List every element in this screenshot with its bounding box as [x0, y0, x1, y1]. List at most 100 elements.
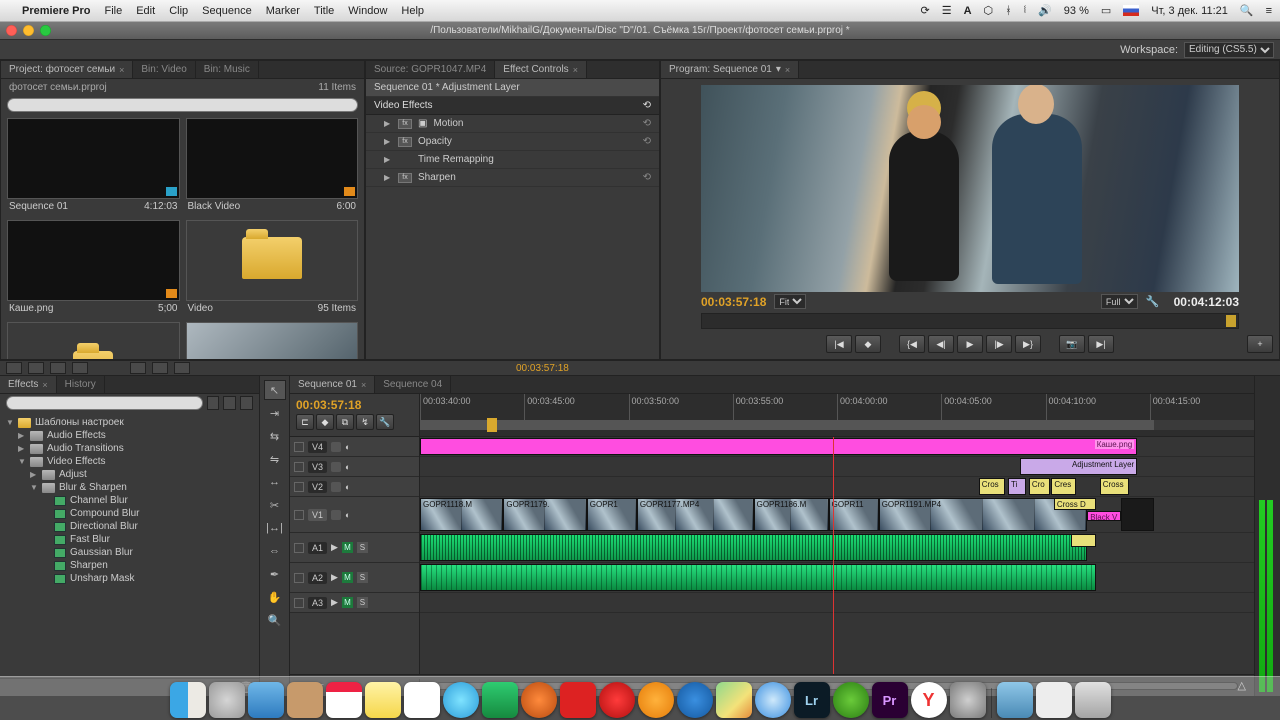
effects-tree-item[interactable]: ▶Audio Effects: [6, 429, 253, 442]
clip[interactable]: GOPR1186.M: [754, 498, 829, 531]
effects-tree-item[interactable]: Fast Blur: [6, 533, 253, 546]
clock[interactable]: Чт, 3 дек. 11:21: [1151, 5, 1228, 17]
chevron-down-icon[interactable]: ▾: [776, 64, 781, 75]
lightroom-icon[interactable]: Lr: [794, 682, 830, 718]
spotlight-icon[interactable]: 🔍: [1240, 4, 1254, 17]
program-timecode-current[interactable]: 00:03:57:18: [701, 295, 766, 309]
calendar-icon[interactable]: [326, 682, 362, 718]
slide-tool[interactable]: ⇔: [264, 541, 286, 561]
link-button[interactable]: ⧉: [336, 414, 354, 430]
clip[interactable]: Black V: [1087, 511, 1120, 521]
lock-icon[interactable]: [294, 510, 304, 520]
timeline-ruler[interactable]: 00:03:40:0000:03:45:0000:03:50:0000:03:5…: [420, 394, 1254, 436]
finder-icon[interactable]: [170, 682, 206, 718]
track-select-tool[interactable]: ⇥: [264, 403, 286, 423]
documents-icon[interactable]: [1036, 682, 1072, 718]
set-in-button[interactable]: {◀: [899, 335, 925, 353]
bin-item[interactable]: Каше.png5;00: [7, 220, 180, 316]
clip[interactable]: [1121, 498, 1154, 531]
wifi-icon[interactable]: ⧙: [1024, 4, 1026, 17]
playhead[interactable]: [833, 437, 834, 674]
program-viewport[interactable]: [701, 85, 1239, 292]
ibooks-icon[interactable]: [638, 682, 674, 718]
reminders-icon[interactable]: [404, 682, 440, 718]
zoom-tool[interactable]: 🔍: [264, 610, 286, 630]
menu-clip[interactable]: Clip: [169, 5, 188, 17]
effects-tree-item[interactable]: ▶Adjust: [6, 468, 253, 481]
volume-icon[interactable]: 🔊: [1038, 4, 1052, 17]
goto-in-button[interactable]: |◀: [826, 335, 852, 353]
set-out-button[interactable]: ▶}: [1015, 335, 1041, 353]
clip[interactable]: Cros: [979, 478, 1006, 495]
utorrent-icon[interactable]: [833, 682, 869, 718]
clip[interactable]: GOPR11: [829, 498, 879, 531]
effects-search-input[interactable]: [6, 396, 203, 410]
solo-button[interactable]: S: [357, 572, 368, 583]
timeline-tracks[interactable]: Каше.png Adjustment Layer Cros Ti Cro Cr…: [420, 437, 1254, 674]
rate-stretch-tool[interactable]: ↔: [264, 472, 286, 492]
mute-button[interactable]: M: [342, 542, 353, 553]
clip[interactable]: GOPR1177.MP4: [637, 498, 754, 531]
mute-button[interactable]: M: [342, 597, 353, 608]
clip[interactable]: GOPR1179.: [503, 498, 586, 531]
new-bin-icon[interactable]: [130, 362, 146, 374]
lock-icon[interactable]: [294, 598, 304, 608]
bin-item[interactable]: [186, 322, 359, 359]
notifications-icon[interactable]: ≡: [1266, 5, 1272, 17]
close-icon[interactable]: ×: [42, 380, 47, 390]
app-name[interactable]: Premiere Pro: [22, 5, 90, 17]
mark-in-button[interactable]: ◆: [855, 335, 881, 353]
effects-tree-item[interactable]: ▼Шаблоны настроек: [6, 416, 253, 429]
auto-sequence-icon[interactable]: [50, 362, 66, 374]
bin-item[interactable]: Video95 Items: [186, 220, 359, 316]
effects-tree-item[interactable]: Channel Blur: [6, 494, 253, 507]
quality-select[interactable]: Full: [1101, 294, 1138, 309]
downloads-icon[interactable]: [997, 682, 1033, 718]
fx-filter-icon[interactable]: [240, 396, 253, 410]
bluetooth-icon[interactable]: ᚼ: [1005, 5, 1012, 17]
bin-item[interactable]: Sequence 014:12:03: [7, 118, 180, 214]
goto-out-button[interactable]: ▶|: [1088, 335, 1114, 353]
launchpad-icon[interactable]: [209, 682, 245, 718]
audio-clip[interactable]: [420, 534, 1087, 561]
fx-filter-icon[interactable]: [223, 396, 236, 410]
tab-sequence-04[interactable]: Sequence 04: [375, 376, 451, 393]
eye-icon[interactable]: [331, 442, 341, 452]
effect-row-motion[interactable]: ▶fx▣Motion⟲: [366, 115, 659, 133]
rolling-edit-tool[interactable]: ⇋: [264, 449, 286, 469]
reset-icon[interactable]: ⟲: [643, 172, 651, 183]
premiere-icon[interactable]: Pr: [872, 682, 908, 718]
contacts-icon[interactable]: [287, 682, 323, 718]
solo-button[interactable]: S: [357, 597, 368, 608]
eye-icon[interactable]: [331, 510, 341, 520]
hand-tool[interactable]: ✋: [264, 587, 286, 607]
menu-window[interactable]: Window: [348, 5, 387, 17]
clip[interactable]: Cro: [1029, 478, 1050, 495]
clip[interactable]: Каше.png: [420, 438, 1137, 455]
project-search-input[interactable]: [7, 98, 358, 112]
settings-button[interactable]: ↯: [356, 414, 374, 430]
marker-button[interactable]: ◆: [316, 414, 334, 430]
trash-icon[interactable]: [1075, 682, 1111, 718]
fx-filter-icon[interactable]: [207, 396, 220, 410]
messages-icon[interactable]: [443, 682, 479, 718]
preferences-icon[interactable]: [950, 682, 986, 718]
program-scrubber[interactable]: [701, 313, 1239, 329]
close-icon[interactable]: ×: [361, 380, 366, 390]
menu-sequence[interactable]: Sequence: [202, 5, 252, 17]
clip[interactable]: Ti: [1008, 478, 1026, 495]
effects-tree-item[interactable]: Directional Blur: [6, 520, 253, 533]
effects-tree-item[interactable]: Compound Blur: [6, 507, 253, 520]
effects-tree-item[interactable]: Gaussian Blur: [6, 546, 253, 559]
bin-item[interactable]: [7, 322, 180, 359]
clip[interactable]: Cross D: [1054, 498, 1096, 510]
effects-tree-item[interactable]: ▼Blur & Sharpen: [6, 481, 253, 494]
track-header-v4[interactable]: V4◐: [290, 437, 419, 457]
menu-marker[interactable]: Marker: [266, 5, 300, 17]
facetime-icon[interactable]: [482, 682, 518, 718]
tab-effect-controls[interactable]: Effect Controls×: [495, 61, 587, 78]
track-header-v3[interactable]: V3◐: [290, 457, 419, 477]
effects-tree-item[interactable]: Unsharp Mask: [6, 572, 253, 585]
razor-tool[interactable]: ✂: [264, 495, 286, 515]
play-button[interactable]: ▶: [957, 335, 983, 353]
